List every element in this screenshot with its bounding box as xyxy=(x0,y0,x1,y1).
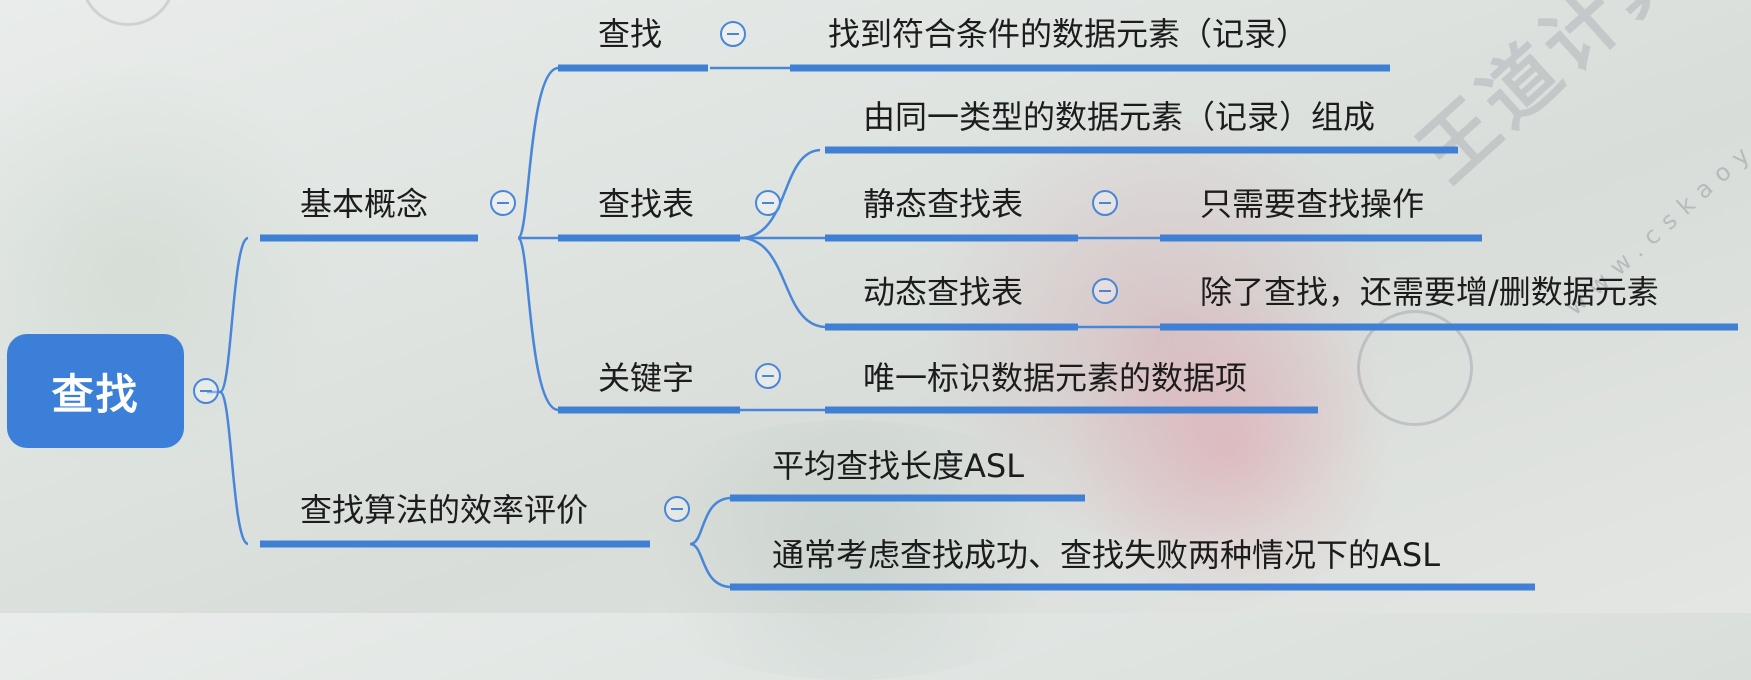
collapse-table-toggle[interactable] xyxy=(755,190,781,216)
node-asl[interactable]: 平均查找长度ASL xyxy=(772,448,1024,484)
collapse-search-toggle[interactable] xyxy=(720,21,746,47)
curve-table-dynamic xyxy=(739,236,826,329)
node-search-desc[interactable]: 找到符合条件的数据元素（记录） xyxy=(828,16,1308,52)
node-efficiency-eval[interactable]: 查找算法的效率评价 xyxy=(300,492,588,528)
collapse-root-toggle[interactable] xyxy=(193,378,219,404)
node-static-table[interactable]: 静态查找表 xyxy=(863,186,1023,222)
node-search-table[interactable]: 查找表 xyxy=(598,186,694,222)
node-table-desc[interactable]: 由同一类型的数据元素（记录）组成 xyxy=(863,99,1375,135)
collapse-static-toggle[interactable] xyxy=(1092,190,1118,216)
node-asl-cases[interactable]: 通常考虑查找成功、查找失败两种情况下的ASL xyxy=(772,537,1440,573)
node-static-desc[interactable]: 只需要查找操作 xyxy=(1200,186,1424,222)
curve-table-desc xyxy=(739,148,821,240)
curve-eval-asl xyxy=(689,496,731,546)
collapse-dynamic-toggle[interactable] xyxy=(1092,278,1118,304)
collapse-eval-toggle[interactable] xyxy=(664,496,690,522)
root-node[interactable]: 查找 xyxy=(7,334,184,448)
collapse-key-toggle[interactable] xyxy=(755,363,781,389)
curve-basic-key xyxy=(516,236,559,412)
curve-root-eval xyxy=(218,390,249,546)
curve-root-basic xyxy=(218,236,249,394)
curve-basic-search xyxy=(516,66,559,240)
node-dynamic-table[interactable]: 动态查找表 xyxy=(863,274,1023,310)
node-dynamic-desc[interactable]: 除了查找，还需要增/删数据元素 xyxy=(1200,274,1659,310)
node-key[interactable]: 关键字 xyxy=(598,360,694,396)
node-key-desc[interactable]: 唯一标识数据元素的数据项 xyxy=(863,360,1247,396)
node-basic-concepts[interactable]: 基本概念 xyxy=(300,186,428,222)
node-search[interactable]: 查找 xyxy=(598,16,662,52)
collapse-basic-toggle[interactable] xyxy=(490,190,516,216)
curve-eval-cases xyxy=(689,542,731,589)
